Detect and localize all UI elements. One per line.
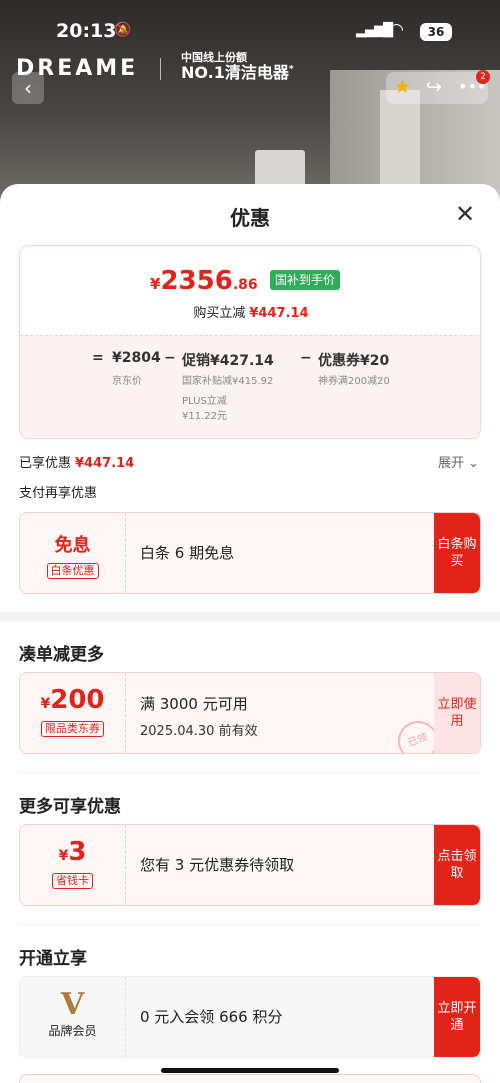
- saving-card-tag: 省钱卡: [52, 873, 93, 889]
- saving-card-desc: 您有 3 元优惠券待领取: [140, 856, 295, 874]
- price-top: ¥2356.86 国补到手价 购买立减 ¥447.14: [20, 246, 480, 334]
- saving-card-left: ¥3 省钱卡: [20, 825, 126, 905]
- coupon-200-amount: ¥200: [20, 685, 125, 715]
- final-price: ¥2356.86: [150, 266, 258, 296]
- expand-button[interactable]: 展开 ⌄: [438, 452, 479, 471]
- coupon-200-currency: ¥: [40, 696, 51, 712]
- membership-desc: 0 元入会领 666 积分: [140, 1008, 283, 1026]
- membership-title: 开通立享: [19, 949, 87, 969]
- brand-membership-card: V 品牌会员 0 元入会领 666 积分 立即开通: [19, 976, 481, 1058]
- brand-slogan-sup: *: [288, 64, 294, 75]
- coupon-amount: 优惠券¥20: [318, 353, 390, 369]
- coupon-200-valid: 2025.04.30 前有效: [140, 724, 258, 739]
- subsidy-price-tag: 国补到手价: [270, 270, 341, 290]
- coupon-200-tag: 限品类东券: [41, 721, 104, 737]
- separator-1: [19, 772, 481, 773]
- chevron-left-icon: ‹: [24, 76, 32, 100]
- coupon-200-card: ¥200 限品类东券 满 3000 元可用 2025.04.30 前有效 已领 …: [19, 672, 481, 754]
- notification-badge: 2: [476, 70, 490, 84]
- price-decimal: .86: [232, 277, 258, 293]
- signal-icon: ▂▄▆█: [356, 23, 393, 38]
- coupon-sub: 神券满200减20: [318, 376, 390, 387]
- pay-more-label: 支付再享优惠: [19, 486, 98, 501]
- brand-slogan: 中国线上份额 NO.1清洁电器*: [181, 51, 294, 82]
- enjoyed-label: 已享优惠: [19, 456, 72, 471]
- instant-discount: 购买立减 ¥447.14: [20, 302, 480, 321]
- wifi-icon: ◠: [390, 20, 404, 40]
- next-offer-card: [19, 1074, 481, 1083]
- brand-divider: [160, 58, 161, 80]
- coupon-200-left: ¥200 限品类东券: [20, 673, 126, 753]
- status-bar: 20:13 🔕 ▂▄▆█ ◠ 36: [0, 20, 500, 48]
- coupon-200-info: 满 3000 元可用 2025.04.30 前有效: [140, 673, 258, 753]
- mute-bell-icon: 🔕: [114, 22, 132, 38]
- minus-sign-2: −: [300, 350, 312, 366]
- price-currency: ¥: [150, 275, 161, 293]
- jd-price: ¥2804: [112, 350, 161, 366]
- favorite-star-icon[interactable]: ★: [394, 76, 411, 98]
- baitiao-desc: 白条 6 期免息: [140, 544, 235, 562]
- top-actions: ★ ↪ •••: [386, 72, 488, 104]
- discount-sheet: 优惠 ✕ ¥2356.86 国补到手价 购买立减 ¥447.14 = ¥2804 …: [0, 184, 500, 1083]
- join-now-button[interactable]: 立即开通: [434, 977, 480, 1057]
- promo-sub-subsidy: 国家补贴减¥415.92: [182, 376, 274, 387]
- enjoyed-value: ¥447.14: [75, 456, 135, 471]
- brand-slogan-text: NO.1清洁电器: [181, 63, 289, 83]
- enjoyed-discount: 已享优惠 ¥447.14: [19, 452, 134, 471]
- minus-sign-1: −: [164, 350, 176, 366]
- share-icon[interactable]: ↪: [426, 76, 442, 98]
- baitiao-tag: 白条优惠: [46, 563, 99, 579]
- back-button[interactable]: ‹: [12, 72, 44, 104]
- more-offers-title: 更多可享优惠: [19, 797, 121, 817]
- home-indicator[interactable]: [161, 1068, 339, 1073]
- equals-sign: =: [92, 350, 104, 366]
- status-time: 20:13: [56, 20, 117, 42]
- brand-slogan-line2: NO.1清洁电器*: [181, 64, 294, 82]
- coupon-200-value: 200: [50, 685, 105, 715]
- sheet-title: 优惠: [230, 206, 270, 230]
- claim-button[interactable]: 点击领取: [434, 825, 480, 905]
- baitiao-buy-button[interactable]: 白条购买: [434, 513, 480, 593]
- coupon-200-desc: 满 3000 元可用: [140, 695, 248, 713]
- saving-card-currency: ¥: [58, 848, 69, 864]
- price-summary-card: ¥2356.86 国补到手价 购买立减 ¥447.14 = ¥2804 京东价 −…: [19, 245, 481, 439]
- more-deals-title: 凑单减更多: [19, 645, 104, 665]
- expand-label: 展开: [438, 456, 465, 471]
- promo-amount: 促销¥427.14: [182, 353, 274, 369]
- battery-icon: 36: [420, 23, 452, 41]
- baitiao-offer-card: 免息 白条优惠 白条 6 期免息 白条购买: [19, 512, 481, 594]
- membership-left: V 品牌会员: [20, 977, 126, 1057]
- price-integer: 2356: [160, 266, 233, 296]
- use-now-button[interactable]: 立即使用: [434, 673, 480, 753]
- instant-label: 购买立减: [193, 306, 246, 321]
- membership-label: 品牌会员: [48, 1024, 97, 1038]
- baitiao-left: 免息 白条优惠: [20, 513, 126, 593]
- separator-2: [19, 924, 481, 925]
- promo-sub-plus: PLUS立减: [182, 396, 227, 407]
- saving-card-value: 3: [68, 837, 87, 867]
- jd-price-label: 京东价: [112, 376, 142, 387]
- promo-sub-plus-amount: ¥11.22元: [182, 411, 227, 422]
- section-divider: [0, 612, 500, 622]
- price-breakdown: = ¥2804 京东价 − 促销¥427.14 国家补贴减¥415.92 PLU…: [20, 335, 480, 438]
- saving-card-amount: ¥3: [20, 837, 125, 867]
- hero-device: [255, 150, 305, 186]
- saving-card-offer: ¥3 省钱卡 您有 3 元优惠券待领取 点击领取: [19, 824, 481, 906]
- baitiao-title: 免息: [54, 535, 91, 556]
- instant-value: ¥447.14: [249, 306, 309, 321]
- chevron-down-icon: ⌄: [468, 456, 480, 471]
- close-icon[interactable]: ✕: [455, 200, 475, 228]
- brand-v-icon: V: [60, 987, 85, 1022]
